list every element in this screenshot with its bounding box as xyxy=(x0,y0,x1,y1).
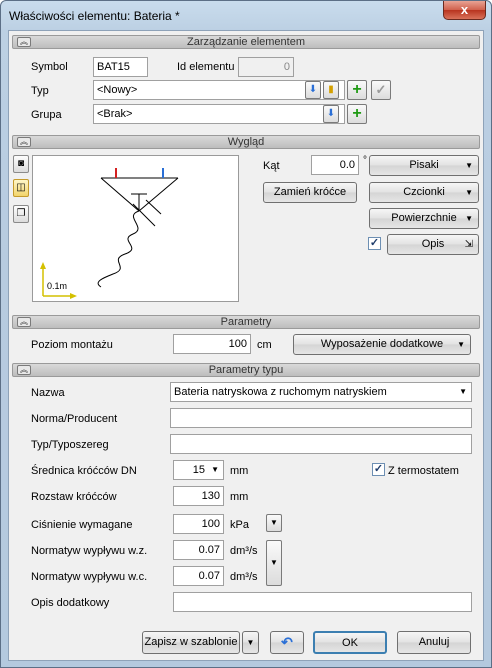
zapisz-w-szablonie-button[interactable]: Zapisz w szablonie xyxy=(142,631,240,654)
wyposazenie-button[interactable]: Wyposażenie dodatkowe ▼ xyxy=(293,334,471,355)
wyplyw-wc-unit: dm³/s xyxy=(230,571,258,583)
section-title: Zarządzanie elementem xyxy=(186,36,305,48)
collapse-chevron-icon[interactable]: ︽ xyxy=(17,37,31,47)
preview-drawing xyxy=(40,168,179,299)
wyplyw-wc-field[interactable]: 0.07 xyxy=(173,566,224,586)
collapse-chevron-icon[interactable]: ︽ xyxy=(17,317,31,327)
section-parameters[interactable]: ︽ Parametry xyxy=(12,315,480,329)
grupa-field[interactable]: <Brak> xyxy=(93,104,345,124)
grupa-browse-icon[interactable]: ⬇ xyxy=(323,105,339,123)
opis-dodatkowy-label: Opis dodatkowy xyxy=(31,597,110,609)
dialog-window: Właściwości elementu: Bateria * x ︽ Zarz… xyxy=(0,0,492,668)
collapse-chevron-icon[interactable]: ︽ xyxy=(17,365,31,375)
typoszereg-field[interactable] xyxy=(170,434,472,454)
anuluj-button[interactable]: Anuluj xyxy=(397,631,471,654)
typ-browse-icon[interactable]: ⬇ xyxy=(305,81,321,99)
norma-field[interactable] xyxy=(170,408,472,428)
section-title: Parametry typu xyxy=(208,364,284,376)
cisnienie-label: Ciśnienie wymagane xyxy=(31,519,133,531)
zapisz-dropdown-button[interactable]: ▼ xyxy=(242,631,259,654)
open-dialog-icon: ⇲ xyxy=(464,239,473,250)
norma-label: Norma/Producent xyxy=(31,413,118,425)
rozstaw-field[interactable]: 130 xyxy=(173,486,224,506)
view-3d-icon[interactable]: ❐ xyxy=(13,205,29,223)
wyplyw-wz-field[interactable]: 0.07 xyxy=(173,540,224,560)
section-title: Wygląd xyxy=(227,136,265,148)
poziom-label: Poziom montażu xyxy=(31,339,113,351)
wyplyw-wc-label: Normatyw wypływu w.c. xyxy=(31,571,148,583)
id-label: Id elementu xyxy=(177,61,235,73)
grupa-value: <Brak> xyxy=(97,108,133,120)
section-element-management[interactable]: ︽ Zarządzanie elementem xyxy=(12,35,480,49)
nazwa-label: Nazwa xyxy=(31,387,65,399)
camera-icon[interactable]: ◙ xyxy=(13,155,29,173)
angle-label: Kąt xyxy=(263,160,280,172)
angle-unit: ° xyxy=(363,155,367,166)
scale-label: 0.1m xyxy=(47,281,68,291)
typoszereg-label: Typ/Typoszereg xyxy=(31,439,109,451)
dropdown-arrow-icon: ▼ xyxy=(211,465,219,474)
nazwa-select[interactable]: Bateria natryskowa z ruchomym natryskiem… xyxy=(170,382,472,402)
termostat-checkbox[interactable]: ✓ xyxy=(372,463,385,476)
srednica-select[interactable]: 15 ▼ xyxy=(173,460,224,480)
angle-field[interactable]: 0.0 xyxy=(311,155,359,175)
srednica-unit: mm xyxy=(230,465,249,477)
typ-lock-icon[interactable]: ▮ xyxy=(323,81,339,99)
opis-label: Opis xyxy=(421,238,445,250)
wyplyw-wz-unit: dm³/s xyxy=(230,545,258,557)
poziom-field[interactable]: 100 xyxy=(173,334,251,354)
cisnienie-field[interactable]: 100 xyxy=(173,514,224,534)
opis-dodatkowy-field[interactable] xyxy=(173,592,472,612)
wyplyw-wz-label: Normatyw wypływu w.z. xyxy=(31,545,148,557)
wyplyw-dropdown-button[interactable]: ▼ xyxy=(266,540,282,586)
section-title: Parametry xyxy=(220,316,272,328)
grupa-label: Grupa xyxy=(31,109,62,121)
wyposazenie-label: Wyposażenie dodatkowe xyxy=(320,338,444,350)
srednica-label: Średnica króćców DN xyxy=(31,465,137,477)
poziom-unit: cm xyxy=(257,339,272,351)
view-2d-icon[interactable]: ◫ xyxy=(13,179,29,197)
nazwa-value: Bateria natryskowa z ruchomym natryskiem xyxy=(174,386,387,398)
close-button[interactable]: x xyxy=(443,1,486,20)
symbol-label: Symbol xyxy=(31,61,68,73)
powierzchnie-button[interactable]: Powierzchnie ▼ xyxy=(369,208,479,229)
pisaki-label: Pisaki xyxy=(409,159,439,171)
symbol-preview: 0.1m xyxy=(32,155,239,302)
typ-value: <Nowy> xyxy=(97,84,138,96)
id-field: 0 xyxy=(238,57,294,77)
czcionki-button[interactable]: Czcionki ▼ xyxy=(369,182,479,203)
section-type-parameters[interactable]: ︽ Parametry typu xyxy=(12,363,480,377)
dropdown-arrow-icon: ▼ xyxy=(465,188,473,197)
dropdown-arrow-icon: ▼ xyxy=(465,161,473,170)
cisnienie-unit: kPa xyxy=(230,519,249,531)
pisaki-button[interactable]: Pisaki ▼ xyxy=(369,155,479,176)
dialog-client: ︽ Zarządzanie elementem Symbol BAT15 Id … xyxy=(8,30,484,661)
termostat-label: Z termostatem xyxy=(388,465,459,477)
opis-checkbox[interactable]: ✓ xyxy=(368,237,381,250)
ok-button[interactable]: OK xyxy=(313,631,387,654)
undo-icon[interactable]: ↶ xyxy=(270,631,304,654)
add-grupa-button[interactable]: + xyxy=(347,104,367,124)
add-typ-button[interactable]: + xyxy=(347,80,367,100)
opis-button[interactable]: Opis ⇲ xyxy=(387,234,479,255)
dropdown-arrow-icon: ▼ xyxy=(459,387,467,396)
section-appearance[interactable]: ︽ Wygląd xyxy=(12,135,480,149)
symbol-field[interactable]: BAT15 xyxy=(93,57,148,77)
czcionki-label: Czcionki xyxy=(403,186,445,198)
rozstaw-unit: mm xyxy=(230,491,249,503)
zamien-krocce-button[interactable]: Zamień króćce xyxy=(263,182,357,203)
srednica-value: 15 xyxy=(192,464,205,476)
dropdown-arrow-icon: ▼ xyxy=(465,214,473,223)
cisnienie-dropdown-button[interactable]: ▼ xyxy=(266,514,282,532)
rozstaw-label: Rozstaw króćców xyxy=(31,491,117,503)
powierzchnie-label: Powierzchnie xyxy=(391,212,457,224)
dropdown-arrow-icon: ▼ xyxy=(457,340,465,349)
window-title: Właściwości elementu: Bateria * xyxy=(9,9,180,23)
confirm-typ-button[interactable]: ✓ xyxy=(371,80,391,100)
typ-label: Typ xyxy=(31,85,49,97)
title-bar[interactable]: Właściwości elementu: Bateria * x xyxy=(1,1,491,31)
collapse-chevron-icon[interactable]: ︽ xyxy=(17,137,31,147)
